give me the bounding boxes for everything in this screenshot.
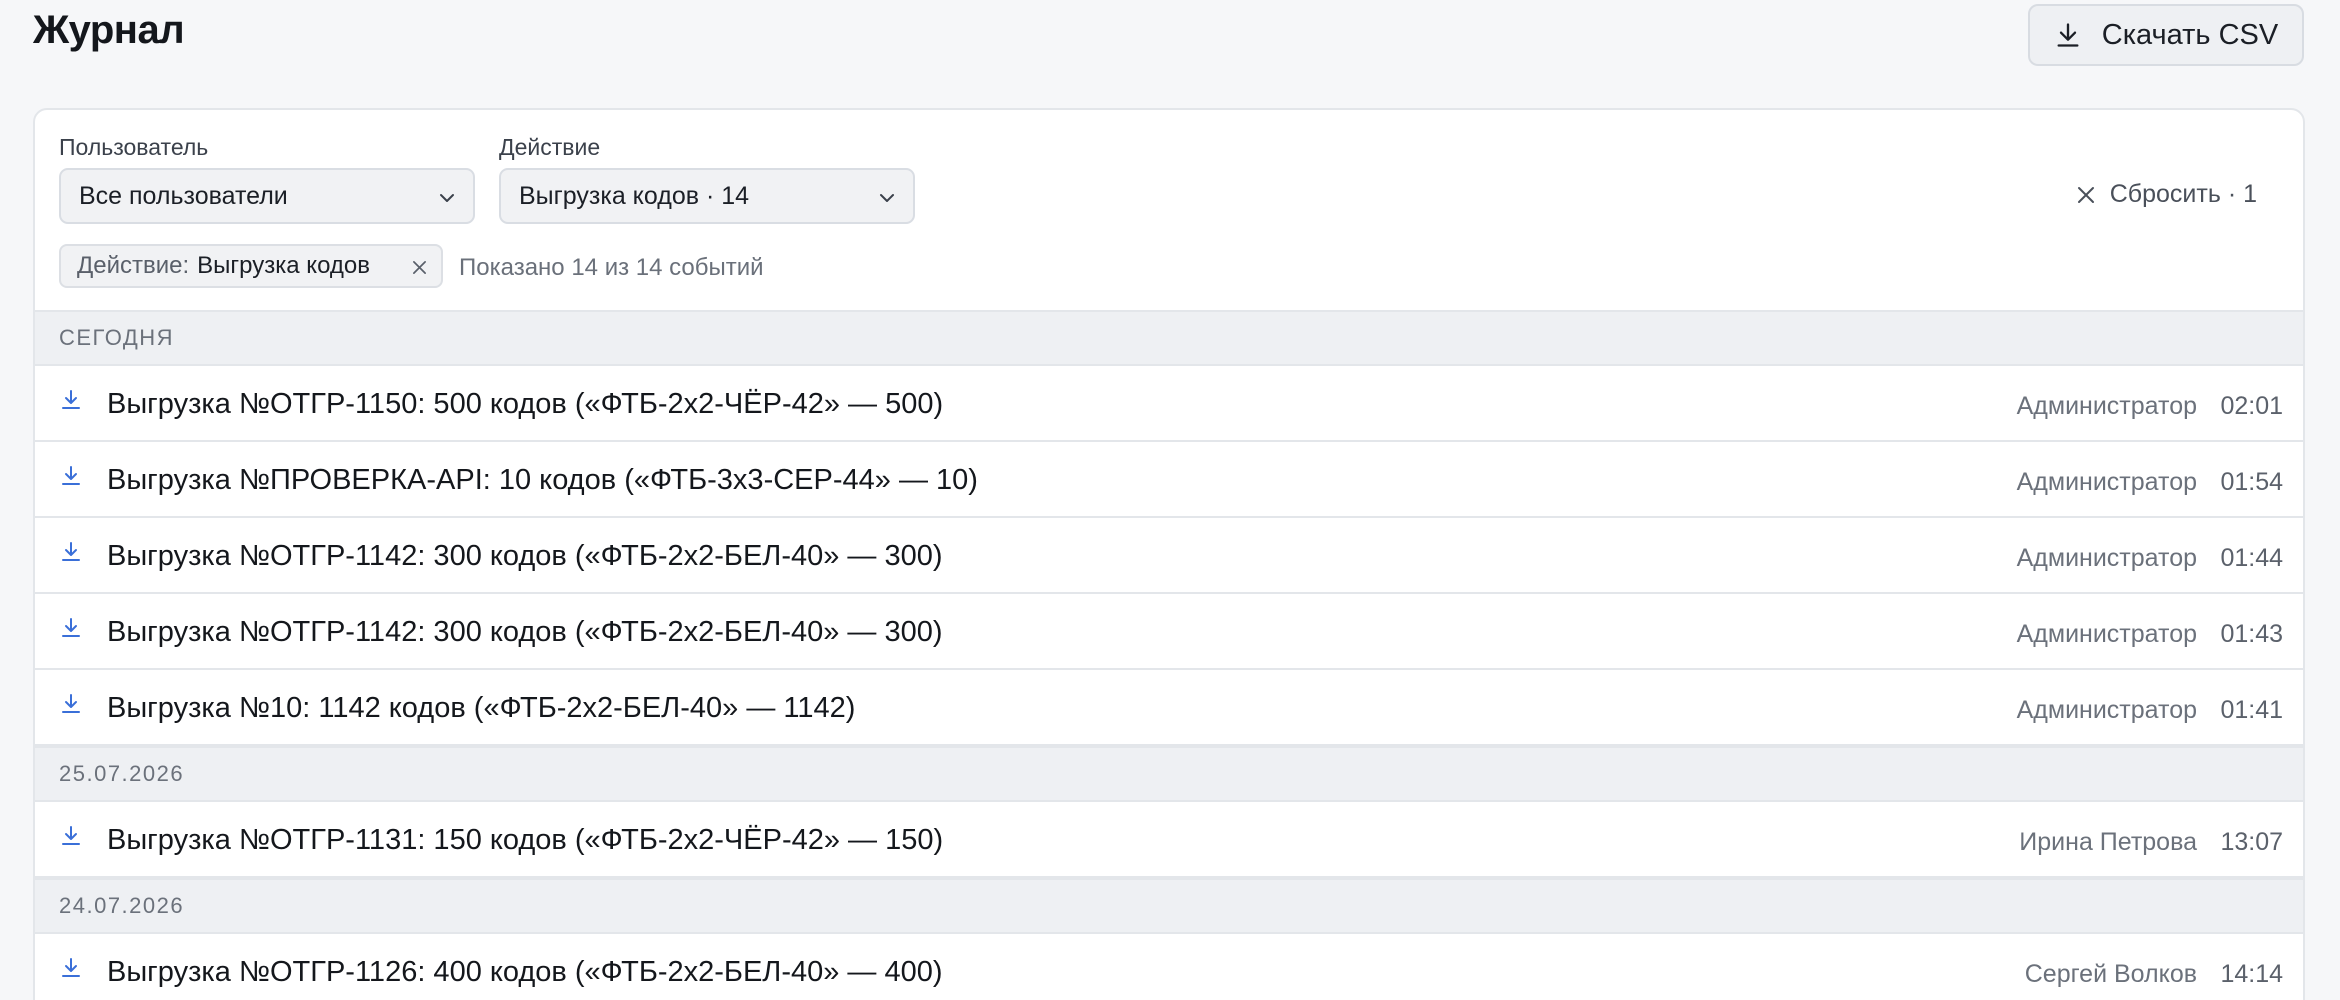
download-icon: [62, 466, 80, 485]
event-description: Выгрузка №ОТГР-1126: 400 кодов («ФТБ-2x2…: [107, 956, 943, 988]
chevron-down-icon: [880, 194, 894, 202]
event-user: Администратор: [2016, 468, 2197, 496]
download-csv-button[interactable]: Скачать CSV: [2028, 4, 2304, 66]
event-row[interactable]: Выгрузка №ПРОВЕРКА-API: 10 кодов («ФТБ-3…: [35, 442, 2303, 518]
download-icon: [62, 390, 80, 409]
event-user: Администратор: [2016, 696, 2197, 724]
event-description: Выгрузка №10: 1142 кодов («ФТБ-2x2-БЕЛ-4…: [107, 692, 856, 724]
download-icon: [2057, 23, 2079, 47]
user-filter-label: Пользователь: [59, 134, 209, 160]
event-user: Сергей Волков: [2024, 960, 2197, 988]
group-header: 24.07.2026: [35, 878, 2303, 934]
action-filter-value: Выгрузка кодов · 14: [519, 181, 750, 210]
event-time: 13:07: [2220, 828, 2283, 856]
event-user: Администратор: [2016, 620, 2197, 648]
event-description: Выгрузка №ОТГР-1131: 150 кодов («ФТБ-2x2…: [107, 824, 944, 856]
download-icon: [62, 958, 80, 977]
event-row[interactable]: Выгрузка №10: 1142 кодов («ФТБ-2x2-БЕЛ-4…: [35, 670, 2303, 746]
chip-key: Действие:: [77, 252, 190, 279]
action-filter-label: Действие: [499, 134, 601, 160]
download-icon: [62, 542, 80, 561]
results-count: Показано 14 из 14 событий: [459, 254, 764, 281]
event-description: Выгрузка №ПРОВЕРКА-API: 10 кодов («ФТБ-3…: [107, 464, 978, 496]
journal-card: Пользователь Все пользователи Действие В…: [33, 108, 2305, 1000]
group-header: 25.07.2026: [35, 746, 2303, 802]
event-time: 14:14: [2220, 960, 2283, 988]
close-icon: [2077, 186, 2094, 203]
event-time: 01:44: [2220, 544, 2283, 572]
download-icon: [62, 826, 80, 845]
user-filter-select[interactable]: Все пользователи: [59, 168, 475, 224]
group-header: СЕГОДНЯ: [35, 310, 2303, 366]
event-row[interactable]: Выгрузка №ОТГР-1142: 300 кодов («ФТБ-2x2…: [35, 594, 2303, 670]
event-description: Выгрузка №ОТГР-1142: 300 кодов («ФТБ-2x2…: [107, 616, 943, 648]
event-user: Администратор: [2016, 392, 2197, 420]
action-filter-select[interactable]: Выгрузка кодов · 14: [499, 168, 915, 224]
chevron-down-icon: [440, 194, 454, 202]
reset-filters-label: Сбросить · 1: [2109, 180, 2257, 208]
journal-page: Журнал Скачать CSV Пользователь Все поль…: [0, 0, 2340, 1000]
event-user: Ирина Петрова: [2019, 828, 2197, 856]
event-time: 01:41: [2220, 696, 2283, 724]
event-time: 02:01: [2220, 392, 2283, 420]
download-csv-label: Скачать CSV: [2101, 18, 2279, 51]
event-description: Выгрузка №ОТГР-1142: 300 кодов («ФТБ-2x2…: [107, 540, 943, 572]
event-row[interactable]: Выгрузка №ОТГР-1131: 150 кодов («ФТБ-2x2…: [35, 802, 2303, 878]
page-title: Журнал: [33, 8, 185, 52]
event-row[interactable]: Выгрузка №ОТГР-1142: 300 кодов («ФТБ-2x2…: [35, 518, 2303, 594]
event-time: 01:43: [2220, 620, 2283, 648]
event-user: Администратор: [2016, 544, 2197, 572]
event-row[interactable]: Выгрузка №ОТГР-1126: 400 кодов («ФТБ-2x2…: [35, 934, 2303, 1000]
active-filter-chip: Действие: Выгрузка кодов: [59, 244, 443, 288]
event-time: 01:54: [2220, 468, 2283, 496]
event-description: Выгрузка №ОТГР-1150: 500 кодов («ФТБ-2x2…: [107, 388, 944, 420]
download-icon: [62, 618, 80, 637]
reset-filters-button[interactable]: Сбросить · 1: [2076, 180, 2257, 209]
download-icon: [62, 694, 80, 713]
event-row[interactable]: Выгрузка №ОТГР-1150: 500 кодов («ФТБ-2x2…: [35, 366, 2303, 442]
chip-value: Выгрузка кодов: [197, 252, 370, 279]
user-filter-value: Все пользователи: [79, 181, 288, 210]
close-icon[interactable]: [412, 260, 427, 275]
